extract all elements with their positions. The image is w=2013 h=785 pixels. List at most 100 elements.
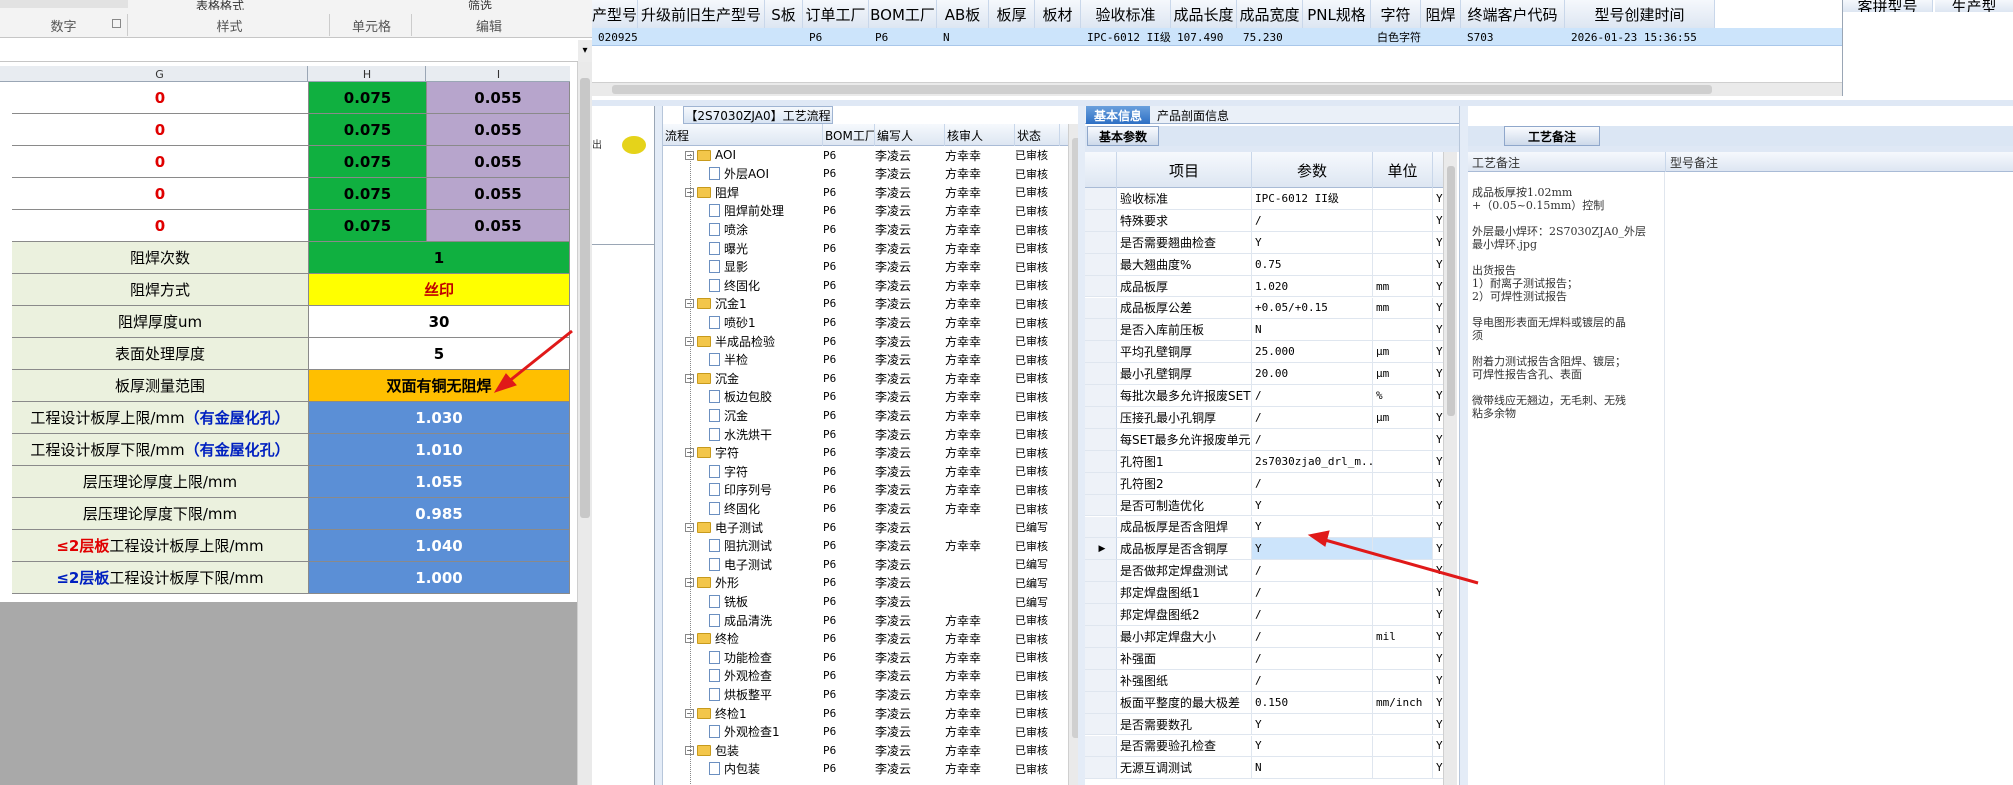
- row-selector[interactable]: [1085, 407, 1117, 429]
- process-step[interactable]: 终固化: [709, 276, 823, 294]
- param-value[interactable]: Y: [1252, 713, 1373, 736]
- param-value[interactable]: 20.00: [1252, 363, 1373, 386]
- param-row[interactable]: 最大翘曲度% 0.75 Y: [1085, 253, 1450, 276]
- row-selector[interactable]: [1085, 604, 1117, 626]
- process-row[interactable]: 曝光 P6 李凌云 方幸幸 已审核: [663, 239, 1068, 257]
- collapse-splitter[interactable]: [655, 106, 663, 785]
- grid-header-11[interactable]: PNL规格: [1303, 0, 1371, 28]
- spreadsheet-vertical-scrollbar[interactable]: [577, 62, 592, 785]
- param-value[interactable]: /: [1252, 472, 1373, 495]
- row-value[interactable]: 1: [309, 242, 570, 274]
- param-value[interactable]: /: [1252, 647, 1373, 670]
- tab-basic-info[interactable]: 基本信息: [1086, 106, 1150, 124]
- params-vscroll[interactable]: [1443, 152, 1457, 785]
- process-row[interactable]: − AOI P6 李凌云 方幸幸 已审核: [663, 146, 1068, 164]
- param-row[interactable]: 无源互调测试 N Y: [1085, 757, 1450, 780]
- param-row[interactable]: 平均孔壁铜厚 25.000 μm Y: [1085, 341, 1450, 364]
- cell-h[interactable]: 0.075: [309, 178, 427, 210]
- right-header-2[interactable]: 生产型: [1935, 0, 2013, 12]
- param-value[interactable]: Y: [1252, 735, 1373, 758]
- cell-g[interactable]: 0: [12, 146, 309, 178]
- process-step[interactable]: 电子测试: [709, 555, 823, 573]
- column-header-i[interactable]: I: [427, 66, 570, 82]
- row-label[interactable]: 层压理论厚度下限/mm: [12, 498, 309, 530]
- process-header-0[interactable]: 流程: [663, 124, 823, 146]
- grid-header-15[interactable]: 型号创建时间: [1565, 0, 1715, 28]
- row-selector[interactable]: [1085, 297, 1117, 320]
- params-header-unit[interactable]: 单位: [1373, 152, 1433, 188]
- param-value[interactable]: Y: [1252, 231, 1373, 254]
- row-selector[interactable]: [1085, 253, 1117, 276]
- grid-header-14[interactable]: 终端客户代码: [1461, 0, 1565, 28]
- row-value[interactable]: 丝印: [309, 274, 570, 306]
- process-step[interactable]: 显影: [709, 258, 823, 276]
- row-selector[interactable]: [1085, 450, 1117, 473]
- param-value[interactable]: 0.150: [1252, 691, 1373, 714]
- grid-cell-12[interactable]: 白色字符: [1377, 28, 1421, 46]
- param-row[interactable]: 特殊要求 / Y: [1085, 209, 1450, 232]
- row-selector[interactable]: [1085, 626, 1117, 648]
- grid-cell-5[interactable]: N: [943, 28, 989, 46]
- process-step[interactable]: 字符: [709, 462, 823, 480]
- row-label[interactable]: ≤2层板 工程设计板厚下限/mm: [12, 562, 309, 594]
- process-step[interactable]: − 终检: [685, 630, 823, 648]
- row-selector[interactable]: [1085, 735, 1117, 758]
- param-row[interactable]: 邦定焊盘图纸1/Y: [1085, 582, 1450, 605]
- row-selector[interactable]: [1085, 691, 1117, 714]
- param-value[interactable]: N: [1252, 319, 1373, 342]
- process-step[interactable]: 成品清洗: [709, 611, 823, 629]
- process-row[interactable]: 沉金 P6 李凌云 方幸幸 已审核: [663, 406, 1068, 424]
- row-value[interactable]: 30: [309, 306, 570, 338]
- scroll-thumb[interactable]: [1447, 166, 1455, 416]
- row-label[interactable]: 层压理论厚度上限/mm: [12, 466, 309, 498]
- param-value[interactable]: 25.000: [1252, 341, 1373, 364]
- row-selector[interactable]: [1085, 188, 1117, 210]
- row-label[interactable]: 阻焊方式: [12, 274, 309, 306]
- cell-h[interactable]: 0.075: [309, 146, 427, 178]
- grid-header-2[interactable]: S板: [765, 0, 803, 28]
- row-value[interactable]: 1.055: [309, 466, 570, 498]
- grid-header-7[interactable]: 板材: [1035, 0, 1081, 28]
- row-selector[interactable]: [1085, 472, 1117, 495]
- grid-header-1[interactable]: 升级前旧生产型号: [638, 0, 765, 28]
- cell-h[interactable]: 0.075: [309, 210, 427, 242]
- row-value[interactable]: 0.985: [309, 498, 570, 530]
- process-step[interactable]: − 沉金1: [685, 295, 823, 313]
- row-value[interactable]: 1.000: [309, 562, 570, 594]
- cell-h[interactable]: 0.075: [309, 82, 427, 114]
- process-row[interactable]: 半检 P6 李凌云 方幸幸 已审核: [663, 351, 1068, 369]
- params-header-item[interactable]: 项目: [1117, 152, 1252, 188]
- cell-g[interactable]: 0: [12, 82, 309, 114]
- grid-header-0[interactable]: 产型号: [592, 0, 638, 28]
- param-row[interactable]: 补强图纸 / Y: [1085, 669, 1450, 692]
- row-selector[interactable]: [1085, 385, 1117, 407]
- row-selector[interactable]: [1085, 341, 1117, 364]
- process-row[interactable]: 成品清洗 P6 李凌云 方幸幸 已审核: [663, 611, 1068, 629]
- process-step[interactable]: 内包装: [709, 760, 823, 778]
- process-row[interactable]: − 字符 P6 李凌云 方幸幸 已审核: [663, 444, 1068, 462]
- process-row[interactable]: 字符 P6 李凌云 方幸幸 已审核: [663, 462, 1068, 480]
- comment-icon[interactable]: [622, 136, 646, 154]
- cell-i[interactable]: 0.055: [427, 114, 570, 146]
- param-value[interactable]: +0.05/+0.15: [1252, 297, 1373, 320]
- process-step[interactable]: 阻抗测试: [709, 537, 823, 555]
- cell-g[interactable]: 0: [12, 178, 309, 210]
- grid-cell-15[interactable]: 2026-01-23 15:36:55: [1571, 28, 1715, 46]
- process-row[interactable]: 终固化 P6 李凌云 方幸幸 已审核: [663, 276, 1068, 294]
- grid-cell-4[interactable]: P6: [875, 28, 937, 46]
- param-row[interactable]: 每批次最多允许报废SET /% Y: [1085, 385, 1450, 407]
- process-step[interactable]: 印序列号: [709, 481, 823, 499]
- row-label[interactable]: ≤2层板 工程设计板厚上限/mm: [12, 530, 309, 562]
- tab-process-flow[interactable]: 【2S7030ZJA0】工艺流程: [683, 106, 833, 124]
- ribbon-top-label-2[interactable]: 筛选: [410, 0, 550, 10]
- row-label[interactable]: 板厚测量范围: [12, 370, 309, 402]
- grid-header-13[interactable]: 阻焊: [1421, 0, 1461, 28]
- param-row[interactable]: 最小孔壁铜厚 20.00 μm Y: [1085, 363, 1450, 386]
- row-selector[interactable]: ▶: [1085, 538, 1117, 561]
- param-row[interactable]: 压接孔最小孔铜厚 / μm Y: [1085, 407, 1450, 429]
- process-header-3[interactable]: 核审人: [945, 124, 1015, 146]
- grid-cell-10[interactable]: 75.230: [1243, 28, 1303, 46]
- subtab-basic-params[interactable]: 基本参数: [1087, 126, 1159, 146]
- process-step[interactable]: − 电子测试: [685, 518, 823, 536]
- param-value[interactable]: /: [1252, 669, 1373, 692]
